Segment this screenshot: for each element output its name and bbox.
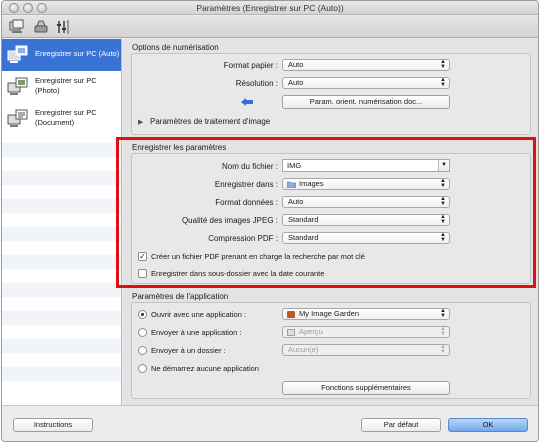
scan-options-group: Format papier : Auto ▲ ▼ Résolution : Aut… [131, 53, 531, 135]
ok-button[interactable]: OK [448, 418, 528, 432]
save-to-pc-document-icon [7, 107, 29, 129]
send-folder-label: Envoyer à un dossier : [151, 346, 226, 355]
file-name-combobox[interactable]: IMG ▼ [282, 159, 450, 172]
save-settings-group: Nom du fichier : IMG ▼ Enregistrer dans … [131, 153, 531, 284]
save-in-select[interactable]: Images ▲ ▼ [282, 178, 450, 190]
popup-arrows-icon: ▲ ▼ [440, 59, 446, 70]
open-app-value: My Image Garden [299, 309, 360, 318]
app-icon [287, 311, 295, 318]
paper-size-value: Auto [288, 60, 304, 69]
resolution-value: Auto [288, 78, 304, 87]
no-app-radio[interactable] [138, 364, 147, 373]
sidebar-divider [2, 367, 121, 381]
popup-arrows-icon: ▲ ▼ [440, 196, 446, 207]
instructions-button[interactable]: Instructions [13, 418, 93, 432]
data-format-select[interactable]: Auto ▲ ▼ [282, 196, 450, 208]
keyword-pdf-checkbox[interactable]: ✓ [138, 252, 147, 261]
sidebar-item-label: Enregistrer sur PC (Photo) [35, 76, 97, 95]
sidebar-divider [2, 171, 121, 185]
popup-arrows-icon: ▲ ▼ [440, 308, 446, 319]
app-settings-title: Paramètres de l'application [132, 292, 229, 301]
window-title: Paramètres (Enregistrer sur PC (Auto)) [196, 3, 344, 13]
settings-window: Paramètres (Enregistrer sur PC (Auto)) E… [1, 0, 539, 442]
sidebar-item-save-photo[interactable]: Enregistrer sur PC (Photo) [2, 71, 121, 103]
send-app-value: Aperçu [299, 327, 323, 336]
sidebar-item-save-document[interactable]: Enregistrer sur PC (Document) [2, 103, 121, 135]
save-settings-title: Enregistrer les paramètres [132, 143, 227, 152]
sidebar-divider [2, 339, 121, 353]
popup-arrows-icon: ▲ ▼ [440, 178, 446, 189]
disclosure-triangle-icon[interactable]: ▶ [138, 118, 143, 126]
sidebar-divider [2, 143, 121, 157]
data-format-value: Auto [288, 197, 304, 206]
jpeg-quality-select[interactable]: Standard ▲ ▼ [282, 214, 450, 226]
preview-app-icon [287, 329, 295, 336]
folder-icon [286, 181, 297, 189]
jpeg-quality-value: Standard [288, 215, 319, 224]
popup-arrows-icon: ▲ ▼ [440, 77, 446, 88]
defaults-button[interactable]: Par défaut [361, 418, 441, 432]
save-to-pc-auto-icon [7, 43, 29, 65]
pdf-compression-label: Compression PDF : [208, 234, 278, 243]
orientation-icon [240, 96, 254, 108]
open-app-select[interactable]: My Image Garden ▲ ▼ [282, 308, 450, 320]
jpeg-quality-label: Qualité des images JPEG : [181, 216, 278, 225]
toolbar [2, 16, 538, 38]
date-subfolder-checkbox[interactable] [138, 269, 147, 278]
sidebar-divider [2, 227, 121, 241]
date-subfolder-label: Enregistrer dans sous-dossier avec la da… [151, 269, 325, 278]
data-format-label: Format données : [215, 198, 278, 207]
paper-size-select[interactable]: Auto ▲ ▼ [282, 59, 450, 71]
scan-from-panel-icon[interactable] [33, 18, 49, 36]
sidebar-item-label: Enregistrer sur PC (Auto) [35, 49, 120, 58]
app-settings-group: Ouvrir avec une application : My Image G… [131, 302, 531, 399]
sidebar-item-save-auto[interactable]: Enregistrer sur PC (Auto) [2, 39, 121, 71]
popup-arrows-icon: ▲ ▼ [440, 344, 446, 355]
popup-arrows-icon: ▲ ▼ [440, 326, 446, 337]
file-name-value: IMG [287, 161, 302, 170]
sidebar-divider [2, 283, 121, 297]
paper-size-label: Format papier : [223, 61, 278, 70]
popup-arrows-icon: ▲ ▼ [440, 214, 446, 225]
scan-from-pc-icon[interactable] [9, 18, 25, 36]
title-bar: Paramètres (Enregistrer sur PC (Auto)) [2, 1, 538, 15]
send-app-radio[interactable] [138, 328, 147, 337]
send-folder-select[interactable]: Aucun(e) ▲ ▼ [282, 344, 450, 356]
orientation-settings-button[interactable]: Param. orient. numérisation doc... [282, 95, 450, 109]
sidebar-item-label: Enregistrer sur PC (Document) [35, 108, 97, 127]
pdf-compression-select[interactable]: Standard ▲ ▼ [282, 232, 450, 244]
general-settings-icon[interactable] [55, 18, 71, 36]
resolution-select[interactable]: Auto ▲ ▼ [282, 77, 450, 89]
pdf-compression-value: Standard [288, 233, 319, 242]
send-folder-value: Aucun(e) [288, 345, 319, 354]
settings-panel: Options de numérisation Format papier : … [123, 39, 538, 405]
sidebar-divider [2, 311, 121, 325]
scan-options-title: Options de numérisation [132, 43, 219, 52]
save-in-value: Images [299, 179, 324, 188]
more-functions-button[interactable]: Fonctions supplémentaires [282, 381, 450, 395]
keyword-pdf-label: Créer un fichier PDF prenant en charge l… [151, 252, 365, 261]
save-in-label: Enregistrer dans : [214, 180, 278, 189]
resolution-label: Résolution : [235, 79, 278, 88]
send-folder-radio[interactable] [138, 346, 147, 355]
dialog-footer: Instructions Par défaut OK [2, 405, 538, 441]
no-app-label: Ne démarrez aucune application [151, 364, 259, 373]
send-app-label: Envoyer à une application : [151, 328, 242, 337]
open-app-radio[interactable] [138, 310, 147, 319]
send-app-select[interactable]: Aperçu ▲ ▼ [282, 326, 450, 338]
combo-arrow-icon[interactable]: ▼ [438, 160, 449, 171]
sidebar-divider [2, 255, 121, 269]
sidebar-divider [2, 199, 121, 213]
scan-mode-sidebar: Enregistrer sur PC (Auto) Enregistrer su… [2, 39, 122, 405]
popup-arrows-icon: ▲ ▼ [440, 232, 446, 243]
image-processing-label[interactable]: Paramètres de traitement d'image [150, 117, 270, 126]
save-to-pc-photo-icon [7, 75, 29, 97]
open-app-label: Ouvrir avec une application : [151, 310, 247, 319]
file-name-label: Nom du fichier : [221, 162, 278, 171]
